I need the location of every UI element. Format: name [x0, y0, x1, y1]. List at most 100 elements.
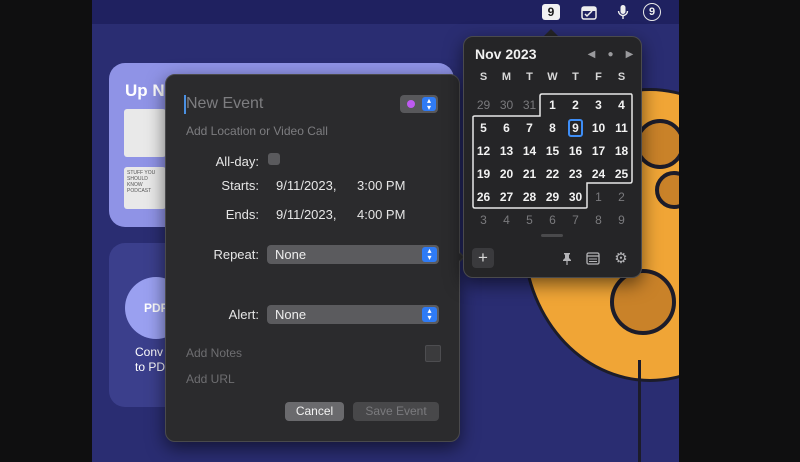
calendar-day[interactable]: 3 [472, 209, 495, 232]
calendar-day-grid: 29 30 31 1 2 3 4 5 6 7 8 9 10 11 12 13 14 15 16 17 18 19 20 21 2… [472, 94, 634, 232]
calendar-day[interactable]: 4 [495, 209, 518, 232]
ends-time-field[interactable]: 4:00 PM [357, 207, 405, 222]
repeat-select[interactable]: None ▴ ▾ [267, 245, 439, 264]
calendar-day-number: 10 [591, 121, 606, 135]
calendar-day[interactable]: 29 [472, 94, 495, 117]
location-input[interactable]: Add Location or Video Call [186, 124, 328, 138]
calendar-day[interactable]: 26 [472, 186, 495, 209]
weekday-label: S [617, 71, 626, 83]
calendar-day[interactable]: 24 [587, 163, 610, 186]
save-event-button[interactable]: Save Event [353, 402, 439, 421]
calendar-day[interactable]: 29 [541, 186, 564, 209]
pin-icon[interactable] [559, 248, 575, 268]
calendar-day[interactable]: 23 [564, 163, 587, 186]
calendar-day[interactable]: 8 [541, 117, 564, 140]
calendar-day-number: 22 [545, 167, 560, 181]
calendar-day[interactable]: 8 [587, 209, 610, 232]
calendar-day[interactable]: 6 [495, 117, 518, 140]
repeat-select-value: None [275, 247, 307, 262]
calendar-day-today[interactable]: 9 [564, 117, 587, 140]
calendar-day-number: 1 [595, 190, 602, 204]
event-title-input[interactable]: New Event [186, 95, 263, 113]
menu-bar: 9 9 [92, 0, 679, 24]
gear-icon[interactable]: ⚙ [612, 248, 630, 268]
calendar-day[interactable]: 5 [472, 117, 495, 140]
calendar-day-number: 29 [476, 98, 491, 112]
calendar-day-number: 31 [522, 98, 537, 112]
calendar-day[interactable]: 1 [541, 94, 564, 117]
calendar-day[interactable]: 14 [518, 140, 541, 163]
calendar-day[interactable]: 16 [564, 140, 587, 163]
calendar-day-number: 13 [499, 144, 514, 158]
weekday-label: T [572, 71, 579, 83]
calendar-day[interactable]: 31 [518, 94, 541, 117]
calendar-day-number: 29 [545, 190, 560, 204]
next-month-button[interactable]: ▶ [620, 49, 639, 60]
calendar-day[interactable]: 18 [610, 140, 633, 163]
calendar-day[interactable]: 21 [518, 163, 541, 186]
calendar-color-picker[interactable]: ▴ ▾ [400, 95, 438, 113]
calendar-day[interactable]: 28 [518, 186, 541, 209]
cancel-button[interactable]: Cancel [285, 402, 344, 421]
calendar-app-icon[interactable] [585, 248, 601, 268]
calendar-color-dot [407, 100, 415, 108]
calendar-day[interactable]: 4 [610, 94, 633, 117]
allday-checkbox[interactable] [268, 153, 280, 165]
calendar-icon[interactable] [580, 3, 598, 21]
calendar-day-number: 19 [476, 167, 491, 181]
calendar-day[interactable]: 1 [587, 186, 610, 209]
calendar-day[interactable]: 30 [495, 94, 518, 117]
starts-label: Starts: [221, 178, 259, 193]
today-dot-button[interactable]: ● [601, 49, 620, 60]
calendar-day[interactable]: 19 [472, 163, 495, 186]
chevron-updown-icon: ▴ ▾ [422, 97, 436, 112]
calendar-day-number: 5 [526, 213, 533, 227]
calendar-day-number: 24 [591, 167, 606, 181]
calendar-day[interactable]: 6 [541, 209, 564, 232]
notification-count-badge[interactable]: 9 [643, 3, 661, 21]
calendar-day[interactable]: 25 [610, 163, 633, 186]
calendar-day[interactable]: 27 [495, 186, 518, 209]
add-event-button[interactable]: + [472, 248, 494, 268]
calendar-day[interactable]: 7 [518, 117, 541, 140]
calendar-day[interactable]: 15 [541, 140, 564, 163]
notes-input[interactable]: Add Notes [186, 346, 242, 360]
balloon-spot [655, 171, 679, 209]
calendar-day-number: 30 [499, 98, 514, 112]
calendar-day-number: 18 [614, 144, 629, 158]
month-label: Nov 2023 [475, 46, 537, 62]
calendar-day[interactable]: 3 [587, 94, 610, 117]
weekday-label: T [526, 71, 533, 83]
alert-select[interactable]: None ▴ ▾ [267, 305, 439, 324]
previous-month-button[interactable]: ◀ [582, 49, 601, 60]
menubar-date-icon[interactable]: 9 [542, 4, 560, 20]
ends-date-field[interactable]: 9/11/2023, [276, 207, 336, 222]
starts-time-field[interactable]: 3:00 PM [357, 178, 405, 193]
calendar-day[interactable]: 5 [518, 209, 541, 232]
calendar-day[interactable]: 10 [587, 117, 610, 140]
calendar-day-number: 5 [480, 121, 487, 135]
calendar-day[interactable]: 2 [564, 94, 587, 117]
calendar-day[interactable]: 17 [587, 140, 610, 163]
calendar-day[interactable]: 30 [564, 186, 587, 209]
calendar-day-number: 2 [618, 190, 625, 204]
url-input[interactable]: Add URL [186, 372, 235, 386]
calendar-day[interactable]: 2 [610, 186, 633, 209]
microphone-icon[interactable] [614, 3, 632, 21]
calendar-day[interactable]: 20 [495, 163, 518, 186]
calendar-day[interactable]: 11 [610, 117, 633, 140]
calendar-day[interactable]: 13 [495, 140, 518, 163]
new-event-popover: New Event ▴ ▾ Add Location or Video Call … [165, 74, 460, 442]
calendar-day[interactable]: 7 [564, 209, 587, 232]
starts-date-field[interactable]: 9/11/2023, [276, 178, 336, 193]
popover-resize-handle[interactable] [541, 234, 563, 237]
notes-expand-box[interactable] [425, 345, 441, 362]
calendar-day[interactable]: 22 [541, 163, 564, 186]
calendar-day[interactable]: 9 [610, 209, 633, 232]
calendar-day[interactable]: 12 [472, 140, 495, 163]
weekday-label: S [479, 71, 488, 83]
alert-select-value: None [275, 307, 307, 322]
calendar-day-number: 27 [499, 190, 514, 204]
balloon-spot [610, 269, 676, 335]
month-nav: ◀ ● ▶ [582, 49, 639, 60]
